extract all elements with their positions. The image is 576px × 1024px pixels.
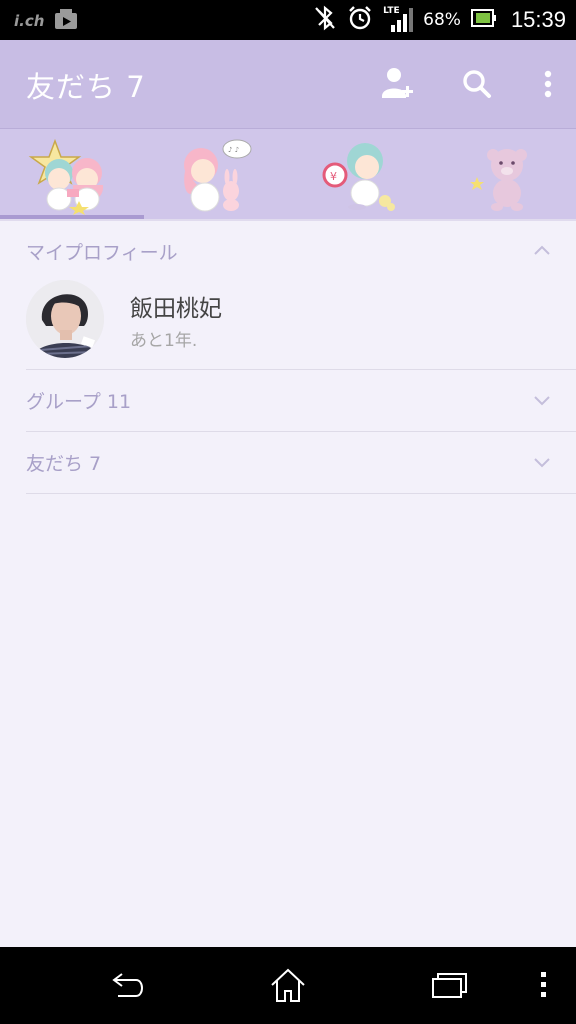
add-friend-button[interactable] bbox=[380, 64, 414, 104]
search-button[interactable] bbox=[460, 64, 494, 104]
menu-icon bbox=[541, 972, 546, 997]
screen: i.ch LTE 68% 15:39 友だち 7 ♪ ♪ ¥ マイプロフィール … bbox=[0, 0, 576, 1024]
status-bar: i.ch LTE 68% 15:39 bbox=[0, 0, 576, 40]
tab-character-1[interactable] bbox=[0, 129, 144, 220]
more-vert-icon bbox=[544, 70, 552, 98]
home-icon bbox=[271, 968, 305, 1002]
section-my-profile[interactable]: マイプロフィール bbox=[26, 221, 576, 281]
alarm-icon bbox=[347, 5, 373, 35]
svg-text:♪ ♪: ♪ ♪ bbox=[228, 146, 239, 154]
section-friends-label: 友だち 7 bbox=[26, 452, 102, 475]
recents-button[interactable] bbox=[426, 965, 470, 1005]
home-button[interactable] bbox=[266, 965, 310, 1005]
twin-stars-icon bbox=[28, 138, 104, 215]
menu-button[interactable] bbox=[534, 965, 554, 1005]
tab-character-3[interactable]: ¥ bbox=[288, 129, 432, 220]
character-tab-strip: ♪ ♪ ¥ bbox=[0, 129, 576, 220]
recents-icon bbox=[432, 973, 467, 998]
my-profile-row[interactable]: 飯田桃妃 あと1年. bbox=[0, 273, 576, 369]
girl-bunny-icon: ♪ ♪ bbox=[184, 139, 252, 211]
section-friends[interactable]: 友だち 7 bbox=[26, 432, 576, 492]
media-icon bbox=[54, 8, 78, 34]
tab-character-4[interactable] bbox=[432, 129, 576, 220]
battery-percent: 68% bbox=[423, 10, 461, 30]
navigation-bar bbox=[0, 947, 576, 1024]
chevron-down-icon bbox=[534, 458, 550, 468]
battery-icon bbox=[470, 8, 497, 32]
friends-list: マイプロフィール 飯田桃妃 あと1年. グループ 11 友だち 7 bbox=[0, 221, 576, 947]
more-options-button[interactable] bbox=[540, 64, 556, 104]
app-header: 友だち 7 bbox=[0, 40, 576, 129]
boy-clock-icon: ¥ bbox=[322, 142, 395, 211]
bluetooth-off-icon bbox=[313, 5, 337, 35]
signal-icon: LTE bbox=[383, 6, 414, 34]
search-icon bbox=[463, 70, 491, 98]
status-time: 15:39 bbox=[510, 7, 566, 32]
bear-icon bbox=[470, 148, 527, 211]
chevron-up-icon bbox=[534, 245, 550, 255]
chevron-down-icon bbox=[534, 396, 550, 406]
back-button[interactable] bbox=[106, 965, 150, 1005]
section-groups-label: グループ 11 bbox=[26, 390, 132, 413]
svg-text:¥: ¥ bbox=[330, 170, 337, 183]
avatar bbox=[26, 280, 104, 358]
profile-status-message: あと1年. bbox=[130, 331, 198, 351]
back-icon bbox=[112, 973, 143, 997]
profile-name: 飯田桃妃 bbox=[130, 296, 222, 322]
section-my-profile-label: マイプロフィール bbox=[26, 241, 178, 264]
page-title: 友だち 7 bbox=[26, 70, 146, 104]
divider bbox=[26, 493, 576, 494]
tab-character-2[interactable]: ♪ ♪ bbox=[144, 129, 288, 220]
carrier-logo-icon: i.ch bbox=[14, 12, 45, 30]
section-groups[interactable]: グループ 11 bbox=[26, 370, 576, 430]
add-friend-icon bbox=[382, 68, 413, 98]
